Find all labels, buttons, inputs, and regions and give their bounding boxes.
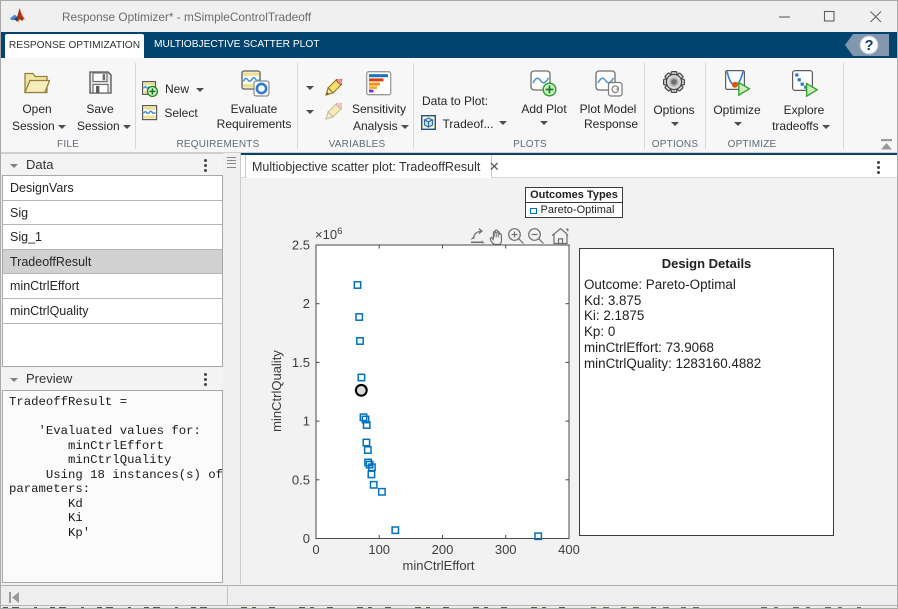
svg-text:×106: ×106 (315, 226, 342, 243)
svg-text:300: 300 (495, 542, 517, 557)
svg-text:200: 200 (432, 542, 454, 557)
svg-text:1.5: 1.5 (292, 355, 310, 370)
svg-text:minCtrlEffort: minCtrlEffort (403, 558, 475, 573)
svg-text:0: 0 (312, 542, 319, 557)
svg-text:0: 0 (303, 531, 310, 546)
svg-text:?: ? (865, 38, 874, 54)
svg-text:0.5: 0.5 (292, 472, 310, 487)
svg-text:2: 2 (303, 296, 310, 311)
svg-text:400: 400 (558, 542, 580, 557)
svg-text:minCtrlQuality: minCtrlQuality (269, 350, 284, 432)
svg-text:1: 1 (303, 414, 310, 429)
svg-text:100: 100 (368, 542, 390, 557)
svg-text:2.5: 2.5 (292, 238, 310, 253)
